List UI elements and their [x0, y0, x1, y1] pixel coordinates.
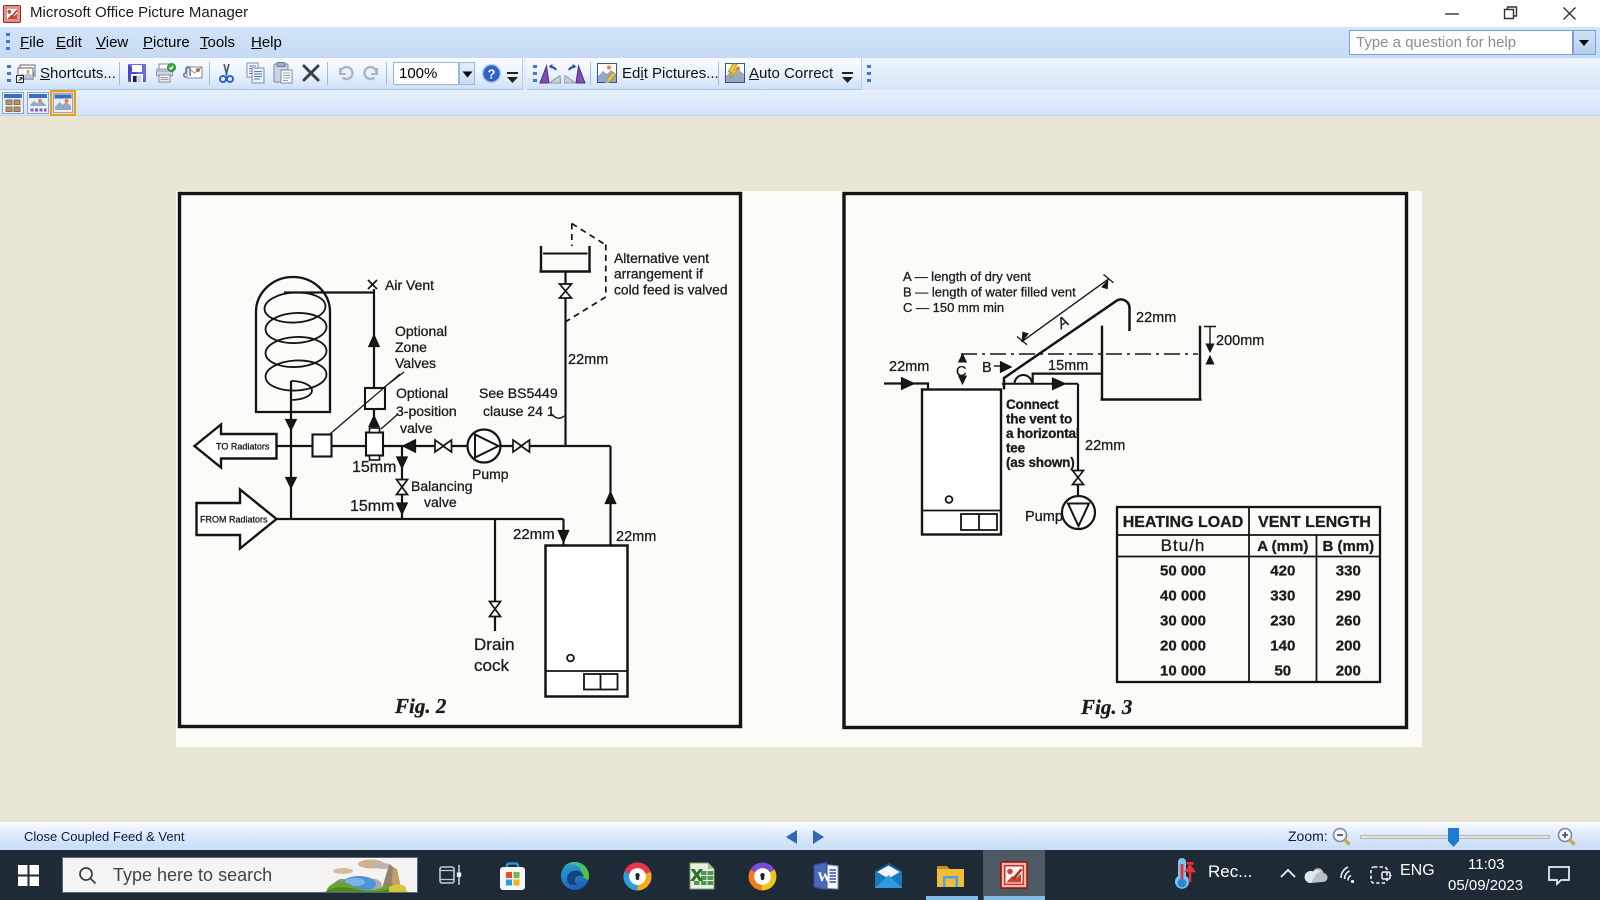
svg-text:Optional: Optional — [395, 323, 447, 339]
svg-text:C: C — [956, 364, 966, 380]
svg-text:Balancing: Balancing — [411, 478, 473, 494]
svg-text:260: 260 — [1336, 613, 1361, 630]
svg-text:W: W — [818, 871, 832, 886]
svg-text:valve: valve — [424, 494, 457, 510]
svg-text:FROM Radiators: FROM Radiators — [200, 515, 268, 525]
svg-text:15mm: 15mm — [350, 498, 394, 515]
svg-text:A (mm): A (mm) — [1257, 538, 1308, 555]
svg-text:420: 420 — [1270, 563, 1295, 580]
svg-text:15mm: 15mm — [352, 459, 396, 476]
svg-text:VENT LENGTH: VENT LENGTH — [1258, 514, 1371, 531]
svg-text:230: 230 — [1270, 613, 1295, 630]
svg-text:22mm: 22mm — [513, 526, 555, 543]
svg-text:C — 150 mm min: C — 150 mm min — [903, 300, 1004, 315]
svg-text:22mm: 22mm — [1085, 438, 1125, 454]
svg-text:B (mm): B (mm) — [1322, 538, 1374, 555]
svg-text:22mm: 22mm — [568, 352, 608, 368]
svg-text:22mm: 22mm — [889, 359, 929, 375]
svg-text:B — length of water filled ven: B — length of water filled vent — [903, 285, 1076, 300]
svg-text:cold feed is valved: cold feed is valved — [614, 283, 728, 298]
svg-text:15mm: 15mm — [1048, 358, 1088, 374]
svg-text:TO Radiators: TO Radiators — [216, 442, 270, 452]
svg-text:Zone: Zone — [395, 339, 427, 355]
svg-text:50: 50 — [1274, 663, 1291, 680]
svg-text:Pump: Pump — [1025, 509, 1063, 525]
svg-text:22mm: 22mm — [616, 529, 656, 545]
svg-text:HEATING LOAD: HEATING LOAD — [1123, 514, 1244, 531]
svg-text:140: 140 — [1270, 638, 1295, 655]
svg-text:clause 24 1: clause 24 1 — [483, 403, 555, 419]
svg-text:200: 200 — [1336, 638, 1361, 655]
svg-text:cock: cock — [474, 656, 509, 675]
svg-text:valve: valve — [400, 420, 433, 436]
svg-text:3-position: 3-position — [396, 403, 457, 419]
svg-text:the vent to: the vent to — [1006, 412, 1072, 427]
svg-text:22mm: 22mm — [1136, 310, 1176, 326]
svg-text:A: A — [1053, 313, 1071, 333]
svg-text:200mm: 200mm — [1216, 333, 1264, 349]
svg-text:200: 200 — [1336, 663, 1361, 680]
svg-text:arrangement if: arrangement if — [614, 267, 703, 282]
svg-text:a horizontal: a horizontal — [1006, 426, 1079, 441]
svg-text:Air Vent: Air Vent — [385, 277, 434, 293]
svg-text:Btu/h: Btu/h — [1161, 536, 1206, 555]
svg-text:10 000: 10 000 — [1160, 663, 1206, 680]
svg-text:Valves: Valves — [395, 355, 436, 371]
svg-text:B: B — [982, 360, 992, 376]
svg-text:See BS5449: See BS5449 — [479, 385, 558, 401]
svg-text:Alternative vent: Alternative vent — [614, 251, 709, 266]
svg-text:Connect: Connect — [1006, 397, 1059, 412]
svg-text:20 000: 20 000 — [1160, 638, 1206, 655]
svg-text:Fig. 2: Fig. 2 — [394, 694, 447, 718]
svg-text:Drain: Drain — [474, 635, 515, 654]
svg-text:330: 330 — [1336, 563, 1361, 580]
svg-text:(as shown): (as shown) — [1006, 455, 1075, 470]
svg-text:50 000: 50 000 — [1160, 563, 1206, 580]
svg-text:tee: tee — [1006, 441, 1026, 456]
svg-text:40 000: 40 000 — [1160, 588, 1206, 605]
svg-text:330: 330 — [1270, 588, 1295, 605]
svg-text:Fig. 3: Fig. 3 — [1080, 695, 1132, 719]
svg-text:Optional: Optional — [396, 385, 448, 401]
svg-text:30 000: 30 000 — [1160, 613, 1206, 630]
svg-text:Pump: Pump — [472, 466, 509, 482]
svg-text:290: 290 — [1336, 588, 1361, 605]
svg-text:A — length of dry vent: A — length of dry vent — [903, 269, 1031, 284]
